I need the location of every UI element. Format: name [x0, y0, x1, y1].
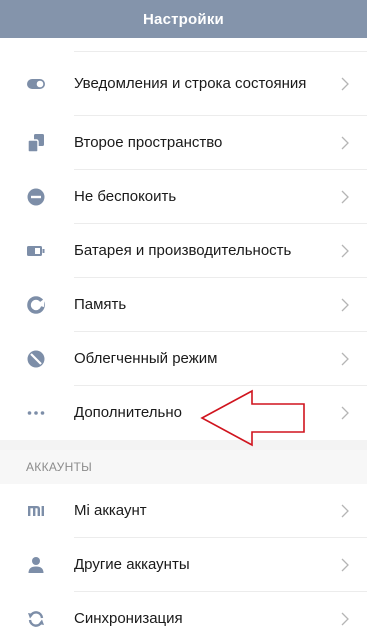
settings-item-sync[interactable]: Синхронизация: [0, 592, 367, 640]
settings-item-label: Второе пространство: [74, 134, 223, 151]
settings-item-label: Mi аккаунт: [74, 502, 147, 519]
settings-item-lite-mode[interactable]: Облегченный режим: [0, 332, 367, 386]
storage-pie-icon: [26, 295, 46, 315]
more-dots-icon: [26, 403, 46, 423]
settings-item-label: Облегченный режим: [74, 350, 218, 367]
settings-item-additional[interactable]: Дополнительно: [0, 386, 367, 440]
settings-item-label: Дополнительно: [74, 404, 182, 421]
settings-item-notifications[interactable]: Уведомления и строка состояния: [0, 52, 367, 116]
title-bar: Настройки: [0, 0, 367, 38]
settings-item-label: Уведомления и строка состояния: [74, 75, 307, 92]
chevron-right-icon: [341, 244, 349, 258]
toggle-icon: [26, 74, 46, 94]
do-not-disturb-icon: [26, 187, 46, 207]
settings-screen: Настройки Уведомления и строка состояния: [0, 0, 367, 640]
settings-item-label: Другие аккаунты: [74, 556, 190, 573]
sync-icon: [26, 609, 46, 629]
mi-logo-icon: [26, 501, 46, 521]
battery-icon: [26, 241, 46, 261]
chevron-right-icon: [341, 77, 349, 91]
person-icon: [26, 555, 46, 575]
settings-item-label: Батарея и производительность: [74, 242, 292, 259]
chevron-right-icon: [341, 190, 349, 204]
settings-item-mi-account[interactable]: Mi аккаунт: [0, 484, 367, 538]
chevron-right-icon: [341, 298, 349, 312]
page-title: Настройки: [143, 10, 224, 28]
settings-item-storage[interactable]: Память: [0, 278, 367, 332]
settings-item-second-space[interactable]: Второе пространство: [0, 116, 367, 170]
lite-mode-icon: [26, 349, 46, 369]
dual-space-icon: [26, 133, 46, 153]
chevron-right-icon: [341, 504, 349, 518]
section-header-accounts: АККАУНТЫ: [0, 450, 367, 484]
settings-item-do-not-disturb[interactable]: Не беспокоить: [0, 170, 367, 224]
settings-item-battery[interactable]: Батарея и производительность: [0, 224, 367, 278]
chevron-right-icon: [341, 136, 349, 150]
settings-item-label: Память: [74, 296, 127, 313]
section-header-label: АККАУНТЫ: [26, 460, 93, 474]
settings-item-label: Синхронизация: [74, 610, 183, 627]
settings-item-other-accounts[interactable]: Другие аккаунты: [0, 538, 367, 592]
settings-list: Уведомления и строка состояния Второе пр…: [0, 38, 367, 640]
settings-item-label: Не беспокоить: [74, 188, 177, 205]
chevron-right-icon: [341, 558, 349, 572]
section-separator: [0, 440, 367, 450]
chevron-right-icon: [341, 612, 349, 626]
chevron-right-icon: [341, 352, 349, 366]
chevron-right-icon: [341, 406, 349, 420]
